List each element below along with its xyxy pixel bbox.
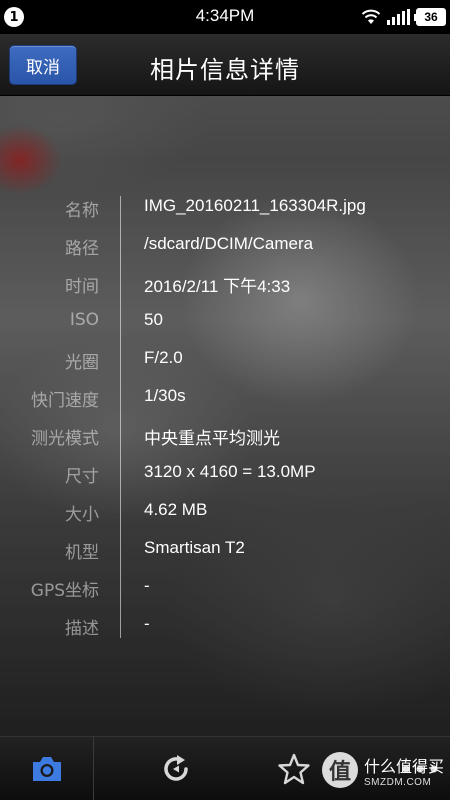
detail-row-dimensions: 尺寸 3120 x 4160 = 13.0MP bbox=[0, 462, 450, 492]
detail-label: 尺寸 bbox=[65, 467, 99, 487]
detail-value: Smartisan T2 bbox=[144, 538, 245, 557]
toolbar-separator bbox=[93, 737, 94, 800]
status-bar: 1 4:34PM 36 bbox=[0, 0, 450, 34]
detail-row-metering-mode: 测光模式 中央重点平均测光 bbox=[0, 424, 450, 454]
detail-row-gps: GPS坐标 - bbox=[0, 576, 450, 606]
detail-value: 4.62 MB bbox=[144, 500, 208, 519]
page-title: 相片信息详情 bbox=[150, 56, 300, 84]
detail-value: 中央重点平均测光 bbox=[144, 429, 280, 448]
detail-label: GPS坐标 bbox=[30, 581, 99, 601]
detail-label: 名称 bbox=[65, 201, 99, 221]
detail-row-file-size: 大小 4.62 MB bbox=[0, 500, 450, 530]
signal-strength-icon bbox=[387, 9, 410, 25]
detail-label: 光圈 bbox=[65, 353, 99, 373]
detail-row-iso: ISO 50 bbox=[0, 310, 450, 340]
detail-row-path: 路径 /sdcard/DCIM/Camera bbox=[0, 234, 450, 264]
detail-label: 快门速度 bbox=[31, 391, 99, 411]
rotate-icon[interactable] bbox=[158, 751, 194, 787]
detail-value: - bbox=[144, 614, 150, 633]
wifi-icon bbox=[361, 9, 381, 24]
header-bar: 取消 相片信息详情 bbox=[0, 34, 450, 96]
detail-label: 机型 bbox=[65, 543, 99, 563]
detail-value: 1/30s bbox=[144, 386, 186, 405]
detail-value: F/2.0 bbox=[144, 348, 183, 367]
camera-icon[interactable] bbox=[29, 751, 65, 787]
watermark-main-text: 什么值得买 bbox=[364, 756, 445, 776]
detail-label: 大小 bbox=[65, 505, 99, 525]
detail-label: 描述 bbox=[65, 619, 99, 639]
star-icon[interactable] bbox=[276, 751, 312, 787]
detail-row-model: 机型 Smartisan T2 bbox=[0, 538, 450, 568]
detail-value: 50 bbox=[144, 310, 163, 329]
detail-row-time: 时间 2016/2/11 下午4:33 bbox=[0, 272, 450, 302]
status-clock: 4:34PM bbox=[195, 6, 255, 25]
detail-row-name: 名称 IMG_20160211_163304R.jpg bbox=[0, 196, 450, 226]
detail-row-shutter-speed: 快门速度 1/30s bbox=[0, 386, 450, 416]
detail-row-description: 描述 - bbox=[0, 614, 450, 644]
watermark-logo: 值 bbox=[322, 752, 358, 788]
watermark-sub-text: SMZDM.COM bbox=[364, 776, 432, 788]
detail-row-aperture: 光圈 F/2.0 bbox=[0, 348, 450, 378]
detail-value: /sdcard/DCIM/Camera bbox=[144, 234, 314, 253]
detail-value: IMG_20160211_163304R.jpg bbox=[144, 196, 366, 215]
detail-label: 测光模式 bbox=[31, 429, 99, 449]
smzdm-watermark: 值 什么值得买 SMZDM.COM bbox=[322, 749, 448, 791]
detail-label: 时间 bbox=[65, 277, 99, 297]
detail-value: 3120 x 4160 = 13.0MP bbox=[144, 462, 316, 481]
detail-label: ISO bbox=[69, 310, 99, 330]
battery-indicator: 36 bbox=[414, 8, 446, 26]
detail-value: 2016/2/11 下午4:33 bbox=[144, 277, 291, 296]
detail-label: 路径 bbox=[65, 239, 99, 259]
detail-value: - bbox=[144, 576, 150, 595]
